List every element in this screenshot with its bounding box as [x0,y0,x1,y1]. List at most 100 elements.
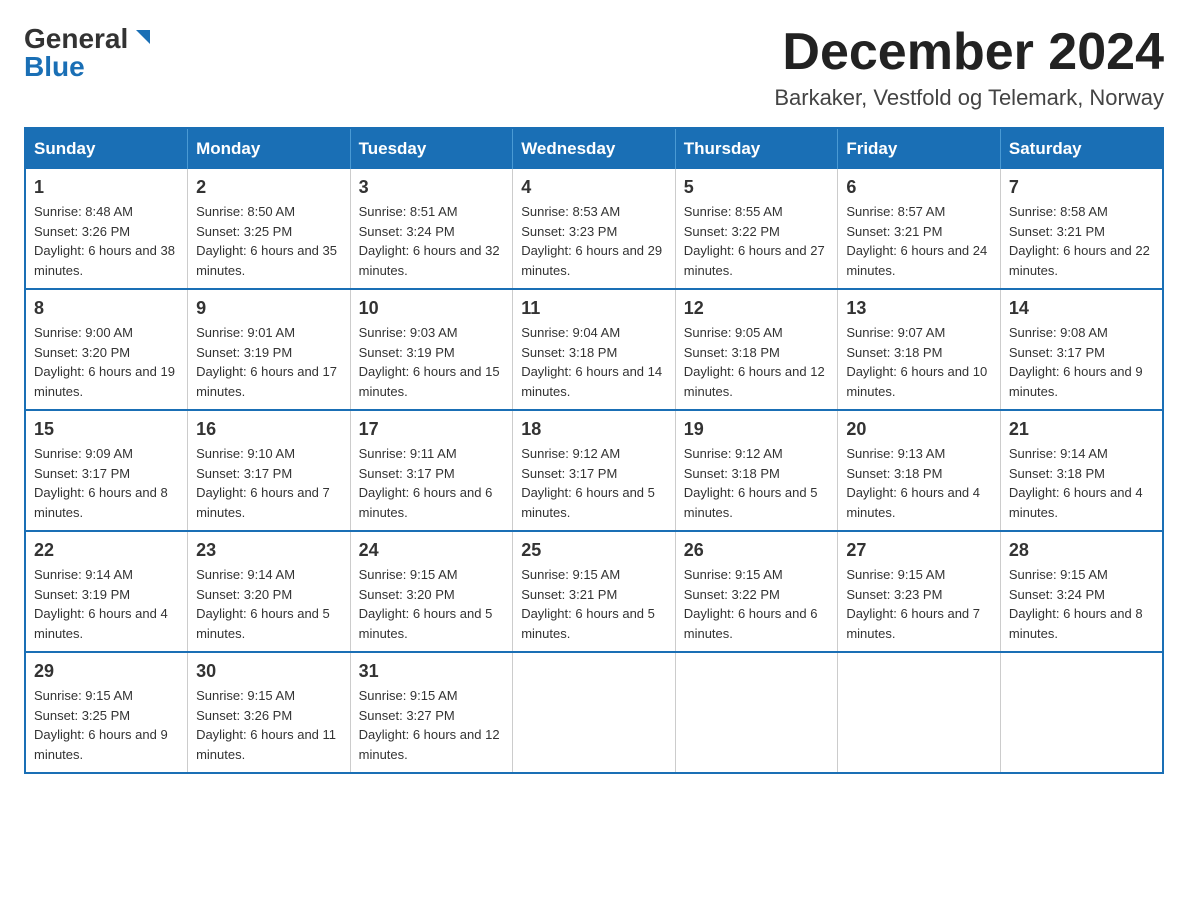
weekday-header-wednesday: Wednesday [513,128,676,169]
logo: General Blue [24,24,154,81]
calendar-cell: 17 Sunrise: 9:11 AMSunset: 3:17 PMDaylig… [350,410,513,531]
day-number: 10 [359,298,505,319]
day-info: Sunrise: 9:15 AMSunset: 3:27 PMDaylight:… [359,688,500,762]
calendar-cell: 21 Sunrise: 9:14 AMSunset: 3:18 PMDaylig… [1000,410,1163,531]
day-number: 6 [846,177,992,198]
day-info: Sunrise: 9:01 AMSunset: 3:19 PMDaylight:… [196,325,337,399]
day-number: 29 [34,661,179,682]
day-number: 30 [196,661,342,682]
calendar-cell: 27 Sunrise: 9:15 AMSunset: 3:23 PMDaylig… [838,531,1001,652]
calendar-cell [513,652,676,773]
day-info: Sunrise: 8:50 AMSunset: 3:25 PMDaylight:… [196,204,337,278]
day-number: 25 [521,540,667,561]
day-number: 19 [684,419,830,440]
day-info: Sunrise: 9:15 AMSunset: 3:24 PMDaylight:… [1009,567,1143,641]
day-number: 1 [34,177,179,198]
calendar-cell: 2 Sunrise: 8:50 AMSunset: 3:25 PMDayligh… [188,169,351,289]
day-info: Sunrise: 9:10 AMSunset: 3:17 PMDaylight:… [196,446,330,520]
day-number: 17 [359,419,505,440]
day-number: 31 [359,661,505,682]
day-number: 12 [684,298,830,319]
calendar-cell: 6 Sunrise: 8:57 AMSunset: 3:21 PMDayligh… [838,169,1001,289]
calendar-week-row: 8 Sunrise: 9:00 AMSunset: 3:20 PMDayligh… [25,289,1163,410]
day-info: Sunrise: 9:07 AMSunset: 3:18 PMDaylight:… [846,325,987,399]
calendar-cell: 9 Sunrise: 9:01 AMSunset: 3:19 PMDayligh… [188,289,351,410]
location-title: Barkaker, Vestfold og Telemark, Norway [774,85,1164,111]
calendar-cell: 24 Sunrise: 9:15 AMSunset: 3:20 PMDaylig… [350,531,513,652]
calendar-cell: 29 Sunrise: 9:15 AMSunset: 3:25 PMDaylig… [25,652,188,773]
calendar-cell: 26 Sunrise: 9:15 AMSunset: 3:22 PMDaylig… [675,531,838,652]
day-info: Sunrise: 9:12 AMSunset: 3:18 PMDaylight:… [684,446,818,520]
day-info: Sunrise: 9:15 AMSunset: 3:22 PMDaylight:… [684,567,818,641]
calendar-week-row: 22 Sunrise: 9:14 AMSunset: 3:19 PMDaylig… [25,531,1163,652]
day-info: Sunrise: 9:00 AMSunset: 3:20 PMDaylight:… [34,325,175,399]
logo-triangle-icon [132,26,154,53]
day-number: 13 [846,298,992,319]
day-number: 22 [34,540,179,561]
calendar-week-row: 15 Sunrise: 9:09 AMSunset: 3:17 PMDaylig… [25,410,1163,531]
logo-general-text: General [24,25,128,53]
day-number: 21 [1009,419,1154,440]
weekday-header-friday: Friday [838,128,1001,169]
day-info: Sunrise: 9:13 AMSunset: 3:18 PMDaylight:… [846,446,980,520]
day-info: Sunrise: 9:09 AMSunset: 3:17 PMDaylight:… [34,446,168,520]
weekday-header-row: SundayMondayTuesdayWednesdayThursdayFrid… [25,128,1163,169]
weekday-header-tuesday: Tuesday [350,128,513,169]
day-number: 26 [684,540,830,561]
day-number: 28 [1009,540,1154,561]
day-number: 16 [196,419,342,440]
calendar-cell: 3 Sunrise: 8:51 AMSunset: 3:24 PMDayligh… [350,169,513,289]
calendar-cell: 13 Sunrise: 9:07 AMSunset: 3:18 PMDaylig… [838,289,1001,410]
day-info: Sunrise: 9:15 AMSunset: 3:25 PMDaylight:… [34,688,168,762]
calendar-cell: 1 Sunrise: 8:48 AMSunset: 3:26 PMDayligh… [25,169,188,289]
calendar-cell: 16 Sunrise: 9:10 AMSunset: 3:17 PMDaylig… [188,410,351,531]
day-info: Sunrise: 8:58 AMSunset: 3:21 PMDaylight:… [1009,204,1150,278]
day-info: Sunrise: 9:15 AMSunset: 3:20 PMDaylight:… [359,567,493,641]
day-number: 23 [196,540,342,561]
day-number: 3 [359,177,505,198]
calendar-cell: 11 Sunrise: 9:04 AMSunset: 3:18 PMDaylig… [513,289,676,410]
calendar-table: SundayMondayTuesdayWednesdayThursdayFrid… [24,127,1164,774]
calendar-cell: 5 Sunrise: 8:55 AMSunset: 3:22 PMDayligh… [675,169,838,289]
calendar-cell: 30 Sunrise: 9:15 AMSunset: 3:26 PMDaylig… [188,652,351,773]
day-number: 8 [34,298,179,319]
day-info: Sunrise: 9:14 AMSunset: 3:18 PMDaylight:… [1009,446,1143,520]
weekday-header-sunday: Sunday [25,128,188,169]
calendar-cell: 19 Sunrise: 9:12 AMSunset: 3:18 PMDaylig… [675,410,838,531]
day-info: Sunrise: 9:12 AMSunset: 3:17 PMDaylight:… [521,446,655,520]
day-number: 27 [846,540,992,561]
calendar-cell: 4 Sunrise: 8:53 AMSunset: 3:23 PMDayligh… [513,169,676,289]
calendar-cell: 18 Sunrise: 9:12 AMSunset: 3:17 PMDaylig… [513,410,676,531]
calendar-cell [1000,652,1163,773]
day-info: Sunrise: 9:08 AMSunset: 3:17 PMDaylight:… [1009,325,1143,399]
day-info: Sunrise: 8:57 AMSunset: 3:21 PMDaylight:… [846,204,987,278]
calendar-cell: 12 Sunrise: 9:05 AMSunset: 3:18 PMDaylig… [675,289,838,410]
day-info: Sunrise: 9:14 AMSunset: 3:20 PMDaylight:… [196,567,330,641]
day-number: 18 [521,419,667,440]
day-number: 7 [1009,177,1154,198]
weekday-header-thursday: Thursday [675,128,838,169]
day-number: 15 [34,419,179,440]
logo-blue-text: Blue [24,53,154,81]
calendar-cell: 7 Sunrise: 8:58 AMSunset: 3:21 PMDayligh… [1000,169,1163,289]
day-number: 4 [521,177,667,198]
calendar-cell: 8 Sunrise: 9:00 AMSunset: 3:20 PMDayligh… [25,289,188,410]
day-info: Sunrise: 9:15 AMSunset: 3:26 PMDaylight:… [196,688,336,762]
calendar-cell: 31 Sunrise: 9:15 AMSunset: 3:27 PMDaylig… [350,652,513,773]
calendar-week-row: 1 Sunrise: 8:48 AMSunset: 3:26 PMDayligh… [25,169,1163,289]
day-info: Sunrise: 9:05 AMSunset: 3:18 PMDaylight:… [684,325,825,399]
calendar-cell [675,652,838,773]
day-number: 2 [196,177,342,198]
title-area: December 2024 Barkaker, Vestfold og Tele… [774,24,1164,111]
day-number: 11 [521,298,667,319]
calendar-cell: 15 Sunrise: 9:09 AMSunset: 3:17 PMDaylig… [25,410,188,531]
day-number: 20 [846,419,992,440]
day-info: Sunrise: 9:14 AMSunset: 3:19 PMDaylight:… [34,567,168,641]
calendar-cell: 14 Sunrise: 9:08 AMSunset: 3:17 PMDaylig… [1000,289,1163,410]
month-title: December 2024 [774,24,1164,81]
weekday-header-monday: Monday [188,128,351,169]
day-info: Sunrise: 8:55 AMSunset: 3:22 PMDaylight:… [684,204,825,278]
calendar-cell: 20 Sunrise: 9:13 AMSunset: 3:18 PMDaylig… [838,410,1001,531]
day-info: Sunrise: 9:03 AMSunset: 3:19 PMDaylight:… [359,325,500,399]
page-header: General Blue December 2024 Barkaker, Ves… [24,24,1164,111]
